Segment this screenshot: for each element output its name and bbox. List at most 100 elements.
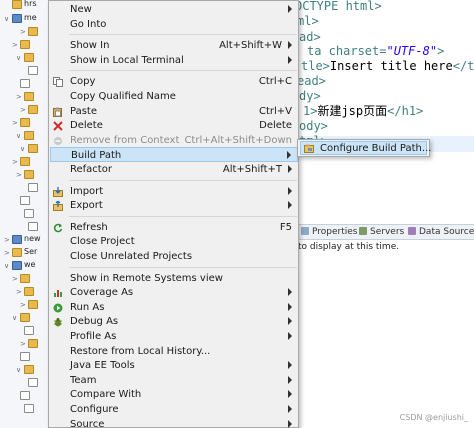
menu-item-go-into[interactable]: Go Into xyxy=(50,17,298,32)
menu-item-shortcut: Ctrl+V xyxy=(258,105,292,117)
menu-item-configure-build-path[interactable]: Configure Build Path... xyxy=(300,141,431,155)
tree-row[interactable]: hrs xyxy=(0,0,48,11)
delete-icon xyxy=(53,121,63,131)
menu-item-refactor[interactable]: Refactor Alt+Shift+T xyxy=(50,162,298,177)
expand-chevron-icon[interactable]: > xyxy=(16,171,22,179)
tree-row[interactable]: > xyxy=(0,338,48,350)
menu-item-restore-from-local-history[interactable]: Restore from Local History... xyxy=(50,344,298,359)
menu-item-close-project[interactable]: Close Project xyxy=(50,234,298,249)
tree-row[interactable]: > new xyxy=(0,234,48,246)
tree-row[interactable]: ∨ xyxy=(0,130,48,142)
menu-item-copy-qualified-name[interactable]: Copy Qualified Name xyxy=(50,89,298,104)
tree-row[interactable]: > xyxy=(0,156,48,168)
tree-row[interactable]: > xyxy=(0,117,48,129)
tree-row[interactable] xyxy=(0,377,48,389)
expand-chevron-icon[interactable]: > xyxy=(20,106,26,114)
collapse-chevron-icon[interactable]: ∨ xyxy=(16,54,21,62)
tree-row[interactable] xyxy=(0,208,48,220)
menu-item-label: Refactor xyxy=(70,164,112,175)
submenu-arrow-icon xyxy=(287,151,291,160)
expand-chevron-icon[interactable]: > xyxy=(20,340,26,348)
collapse-chevron-icon[interactable]: ∨ xyxy=(4,262,9,270)
tree-row[interactable]: ∨ xyxy=(0,52,48,64)
code-token: OCTYPE html> xyxy=(295,0,382,13)
menu-item-debug-as[interactable]: Debug As xyxy=(50,314,298,329)
menu-item-refresh[interactable]: Refresh F5 xyxy=(50,220,298,235)
menu-item-label: Build Path xyxy=(71,150,122,162)
menu-item-paste[interactable]: Paste Ctrl+V xyxy=(50,104,298,119)
code-editor[interactable]: OCTYPE html> ml> ad> ta charset="UTF-8"> tle… xyxy=(295,0,474,222)
expand-chevron-icon[interactable]: > xyxy=(12,119,18,127)
tree-row[interactable]: > Ser xyxy=(0,247,48,259)
menu-item-source[interactable]: Source xyxy=(50,417,298,428)
tree-row[interactable]: ∨ we xyxy=(0,260,48,272)
expand-chevron-icon[interactable]: > xyxy=(12,158,18,166)
menu-item-new[interactable]: New xyxy=(50,2,298,17)
tree-row[interactable]: > xyxy=(0,26,48,38)
tree-row[interactable] xyxy=(0,195,48,207)
collapse-chevron-icon[interactable]: ∨ xyxy=(16,132,21,140)
tree-row[interactable]: > xyxy=(0,104,48,116)
tab-properties[interactable]: Properties xyxy=(301,227,357,237)
expand-chevron-icon[interactable]: > xyxy=(12,41,18,49)
refresh-icon xyxy=(53,223,63,233)
menu-item-compare-with[interactable]: Compare With xyxy=(50,387,298,402)
tree-row[interactable]: > xyxy=(0,169,48,181)
menu-item-build-path[interactable]: Build Path xyxy=(50,147,298,163)
tab-servers[interactable]: Servers xyxy=(359,227,404,237)
submenu-arrow-icon xyxy=(288,375,292,384)
menu-item-copy[interactable]: Copy Ctrl+C xyxy=(50,74,298,89)
tree-row[interactable] xyxy=(0,65,48,77)
expand-chevron-icon[interactable]: > xyxy=(20,28,26,36)
folder-icon xyxy=(28,144,38,153)
menu-item-run-as[interactable]: Run As xyxy=(50,300,298,315)
menu-item-profile-as[interactable]: Profile As xyxy=(50,329,298,344)
expand-chevron-icon[interactable]: > xyxy=(20,301,26,309)
tree-row[interactable]: ∨ xyxy=(0,143,48,155)
tree-row-label: new xyxy=(24,234,41,243)
tree-row[interactable] xyxy=(0,403,48,415)
tree-row[interactable]: ∨ me xyxy=(0,13,48,25)
menu-item-show-in-local-terminal[interactable]: Show in Local Terminal xyxy=(50,53,298,68)
tree-row[interactable] xyxy=(0,182,48,194)
tree-row[interactable]: ∨ xyxy=(0,312,48,324)
menu-item-show-in-remote-systems-view[interactable]: Show in Remote Systems view xyxy=(50,271,298,286)
menu-item-delete[interactable]: Delete Delete xyxy=(50,118,298,133)
tree-row[interactable] xyxy=(0,78,48,90)
expand-chevron-icon[interactable]: > xyxy=(12,275,18,283)
expand-chevron-icon[interactable]: > xyxy=(4,236,10,244)
expand-chevron-icon[interactable]: > xyxy=(16,288,22,296)
collapse-chevron-icon[interactable]: ∨ xyxy=(16,366,21,374)
menu-item-import[interactable]: Import xyxy=(50,184,298,199)
menu-item-team[interactable]: Team xyxy=(50,373,298,388)
expand-chevron-icon[interactable]: > xyxy=(4,249,10,257)
tree-row[interactable]: > xyxy=(0,273,48,285)
menu-item-label: Refresh xyxy=(70,221,108,233)
collapse-chevron-icon[interactable]: ∨ xyxy=(12,314,17,322)
menu-item-remove-from-context: Remove from Context Ctrl+Alt+Shift+Down xyxy=(50,133,298,148)
menu-item-close-unrelated-projects[interactable]: Close Unrelated Projects xyxy=(50,249,298,264)
tree-row[interactable] xyxy=(0,390,48,402)
tree-row[interactable] xyxy=(0,221,48,233)
tree-row[interactable] xyxy=(0,325,48,337)
menu-item-shortcut: Ctrl+C xyxy=(258,76,292,88)
tree-row[interactable]: ∨ xyxy=(0,364,48,376)
tree-row[interactable]: > xyxy=(0,286,48,298)
code-token: ml> xyxy=(297,14,319,28)
collapse-chevron-icon[interactable]: ∨ xyxy=(4,15,9,23)
tree-row[interactable]: > xyxy=(0,91,48,103)
tree-row[interactable]: > xyxy=(0,299,48,311)
folder-icon xyxy=(28,300,38,309)
menu-item-show-in[interactable]: Show In Alt+Shift+W xyxy=(50,38,298,53)
menu-item-label: Close Unrelated Projects xyxy=(70,251,193,262)
tree-row[interactable]: > xyxy=(0,39,48,51)
proj-icon xyxy=(12,235,22,244)
menu-item-java-ee-tools[interactable]: Java EE Tools xyxy=(50,358,298,373)
tree-row[interactable] xyxy=(0,351,48,363)
menu-item-export[interactable]: Export xyxy=(50,198,298,213)
tab-data-source[interactable]: Data Source E xyxy=(408,227,474,237)
menu-item-coverage-as[interactable]: Coverage As xyxy=(50,285,298,300)
collapse-chevron-icon[interactable]: ∨ xyxy=(20,145,25,153)
menu-item-configure[interactable]: Configure xyxy=(50,402,298,417)
expand-chevron-icon[interactable]: > xyxy=(16,93,22,101)
